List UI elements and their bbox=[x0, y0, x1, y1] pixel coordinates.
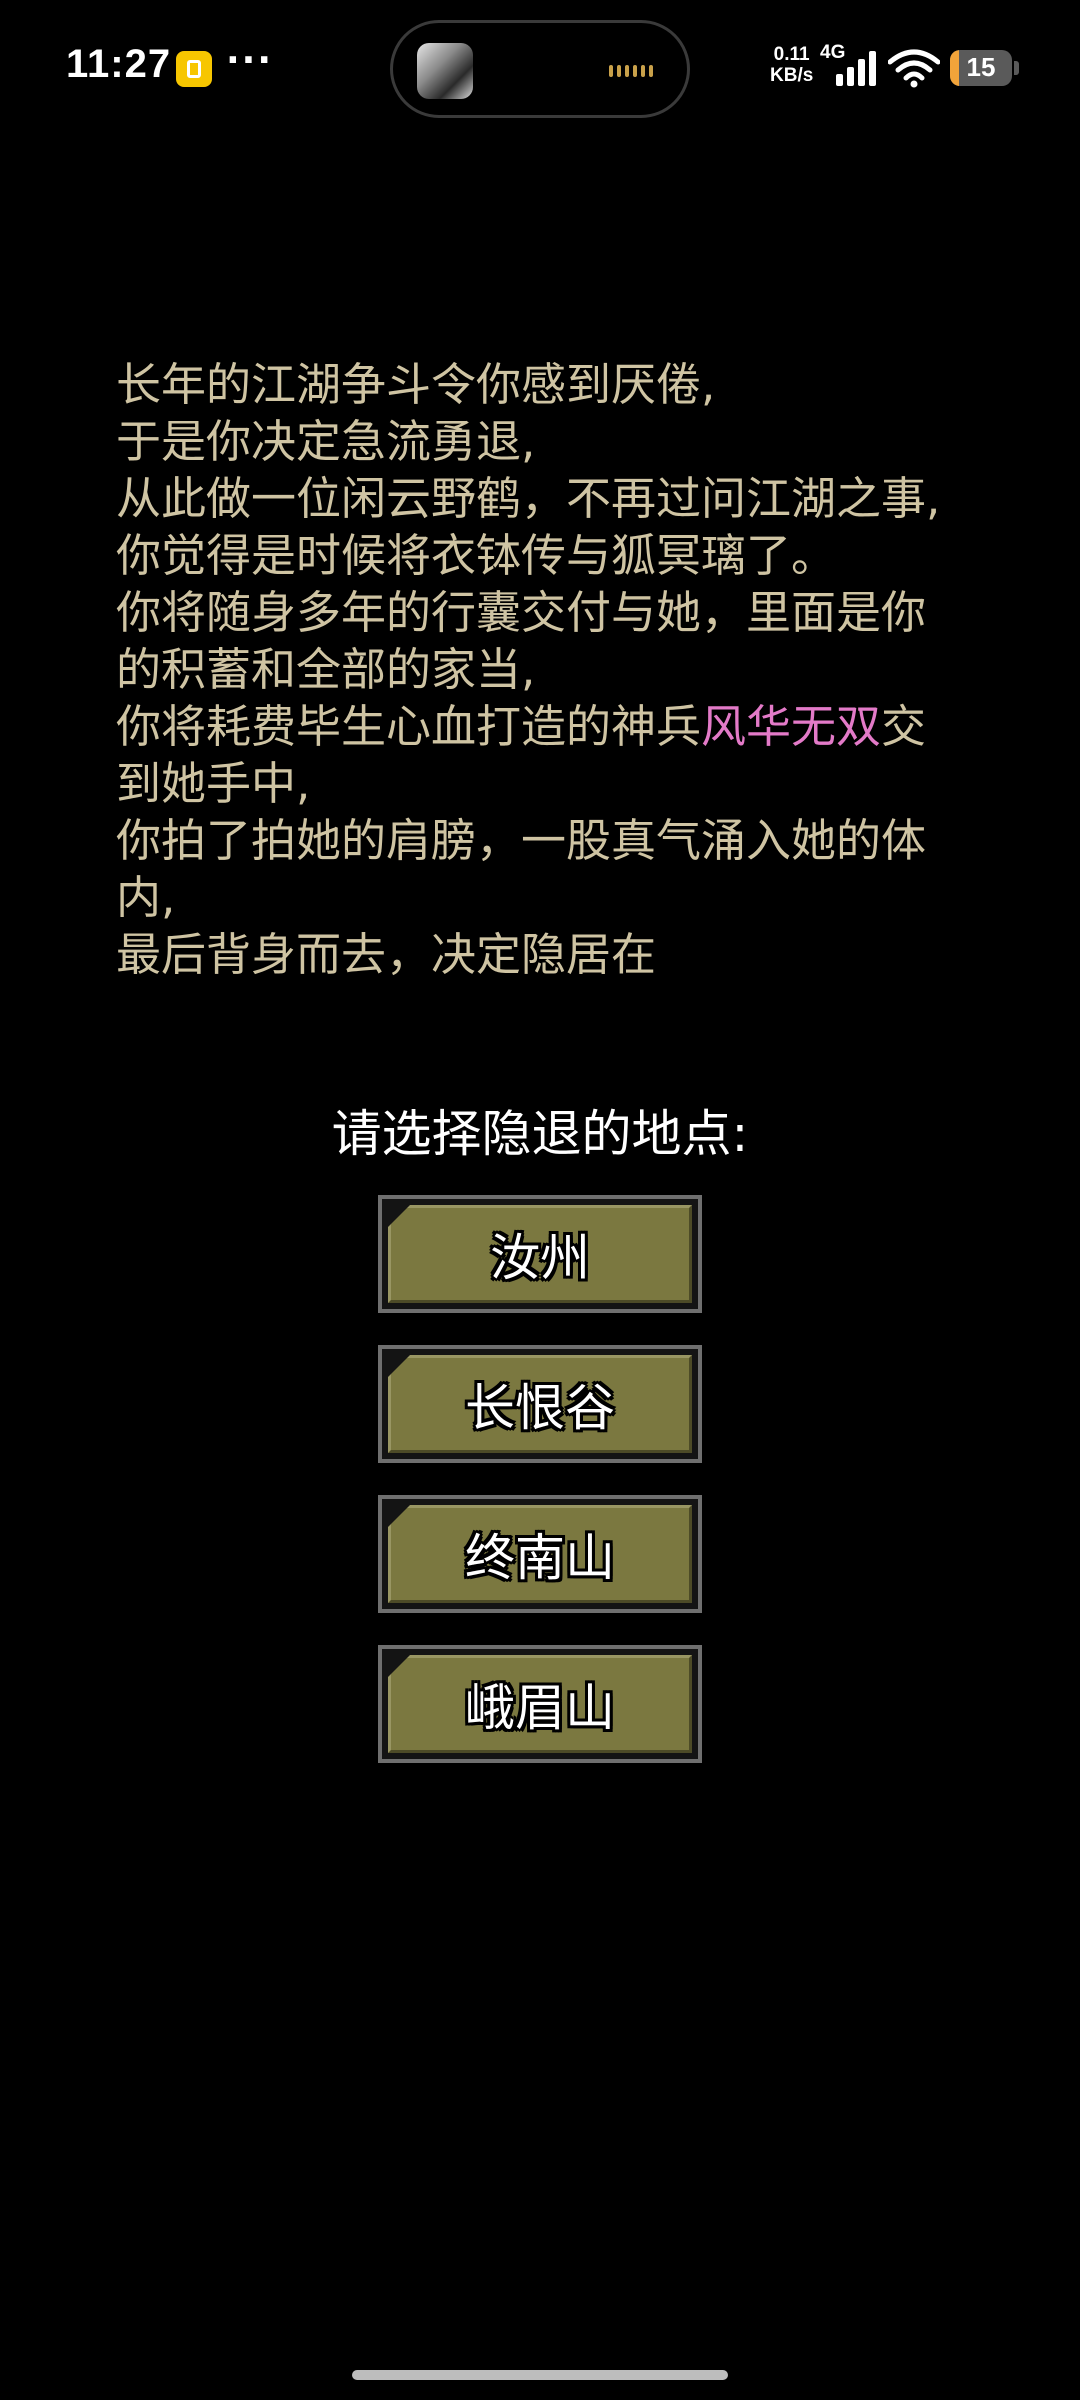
weapon-name: 风华无双 bbox=[701, 700, 882, 753]
status-time: 11:27 bbox=[66, 42, 172, 86]
home-indicator[interactable] bbox=[352, 2370, 728, 2380]
network-speed-value: 0.11 bbox=[773, 44, 810, 65]
story-text: 长年的江湖争斗令你感到厌倦, 于是你决定急流勇退, 从此做一位闲云野鹤，不再过问… bbox=[116, 356, 946, 983]
choice-button-emeishan[interactable]: 峨眉山 bbox=[378, 1645, 702, 1763]
signal-icon bbox=[836, 51, 876, 86]
choice-button-ruzhou[interactable]: 汝州 bbox=[378, 1195, 702, 1313]
story-line-weapon: 你将耗费毕生心血打造的神兵风华无双交到她手中, bbox=[116, 698, 946, 812]
choice-button-changhengu[interactable]: 长恨谷 bbox=[378, 1345, 702, 1463]
app-notification-icon bbox=[176, 51, 212, 87]
media-thumbnail bbox=[417, 43, 473, 99]
choice-button-zhongnanshan[interactable]: 终南山 bbox=[378, 1495, 702, 1613]
dynamic-island[interactable] bbox=[390, 20, 690, 118]
story-line: 你拍了拍她的肩膀，一股真气涌入她的体内, bbox=[116, 814, 927, 924]
choice-list: 汝州 长恨谷 终南山 峨眉山 bbox=[378, 1195, 702, 1795]
battery-tip bbox=[1014, 61, 1019, 75]
story-line: 从此做一位闲云野鹤，不再过问江湖之事, bbox=[116, 472, 941, 525]
network-speed: 0.11 KB/s bbox=[770, 44, 813, 86]
wifi-icon bbox=[888, 49, 940, 88]
choice-prompt: 请选择隐退的地点: bbox=[331, 1105, 749, 1163]
story-line: 于是你决定急流勇退, bbox=[116, 415, 536, 468]
weapon-line-before: 你将耗费毕生心血打造的神兵 bbox=[116, 700, 702, 753]
story-line: 最后背身而去，决定隐居在 bbox=[116, 928, 657, 981]
choice-label: 长恨谷 bbox=[465, 1379, 615, 1437]
choice-label: 汝州 bbox=[490, 1229, 590, 1287]
battery-percent: 15 bbox=[966, 52, 996, 82]
network-speed-unit: KB/s bbox=[770, 65, 814, 86]
choice-label: 峨眉山 bbox=[465, 1679, 615, 1737]
status-bar: 11:27 ··· 0.11 KB/s 4G 15 bbox=[0, 0, 1080, 140]
story-line: 长年的江湖争斗令你感到厌倦, bbox=[116, 358, 716, 411]
choice-label: 终南山 bbox=[465, 1529, 615, 1587]
audio-wave-icon bbox=[609, 63, 657, 79]
story-line: 你觉得是时候将衣钵传与狐冥璃了。 bbox=[116, 529, 837, 582]
story-line: 你将随身多年的行囊交付与她，里面是你的积蓄和全部的家当, bbox=[116, 586, 927, 696]
battery-icon: 15 bbox=[950, 50, 1012, 86]
more-notifications-icon: ··· bbox=[226, 40, 274, 81]
